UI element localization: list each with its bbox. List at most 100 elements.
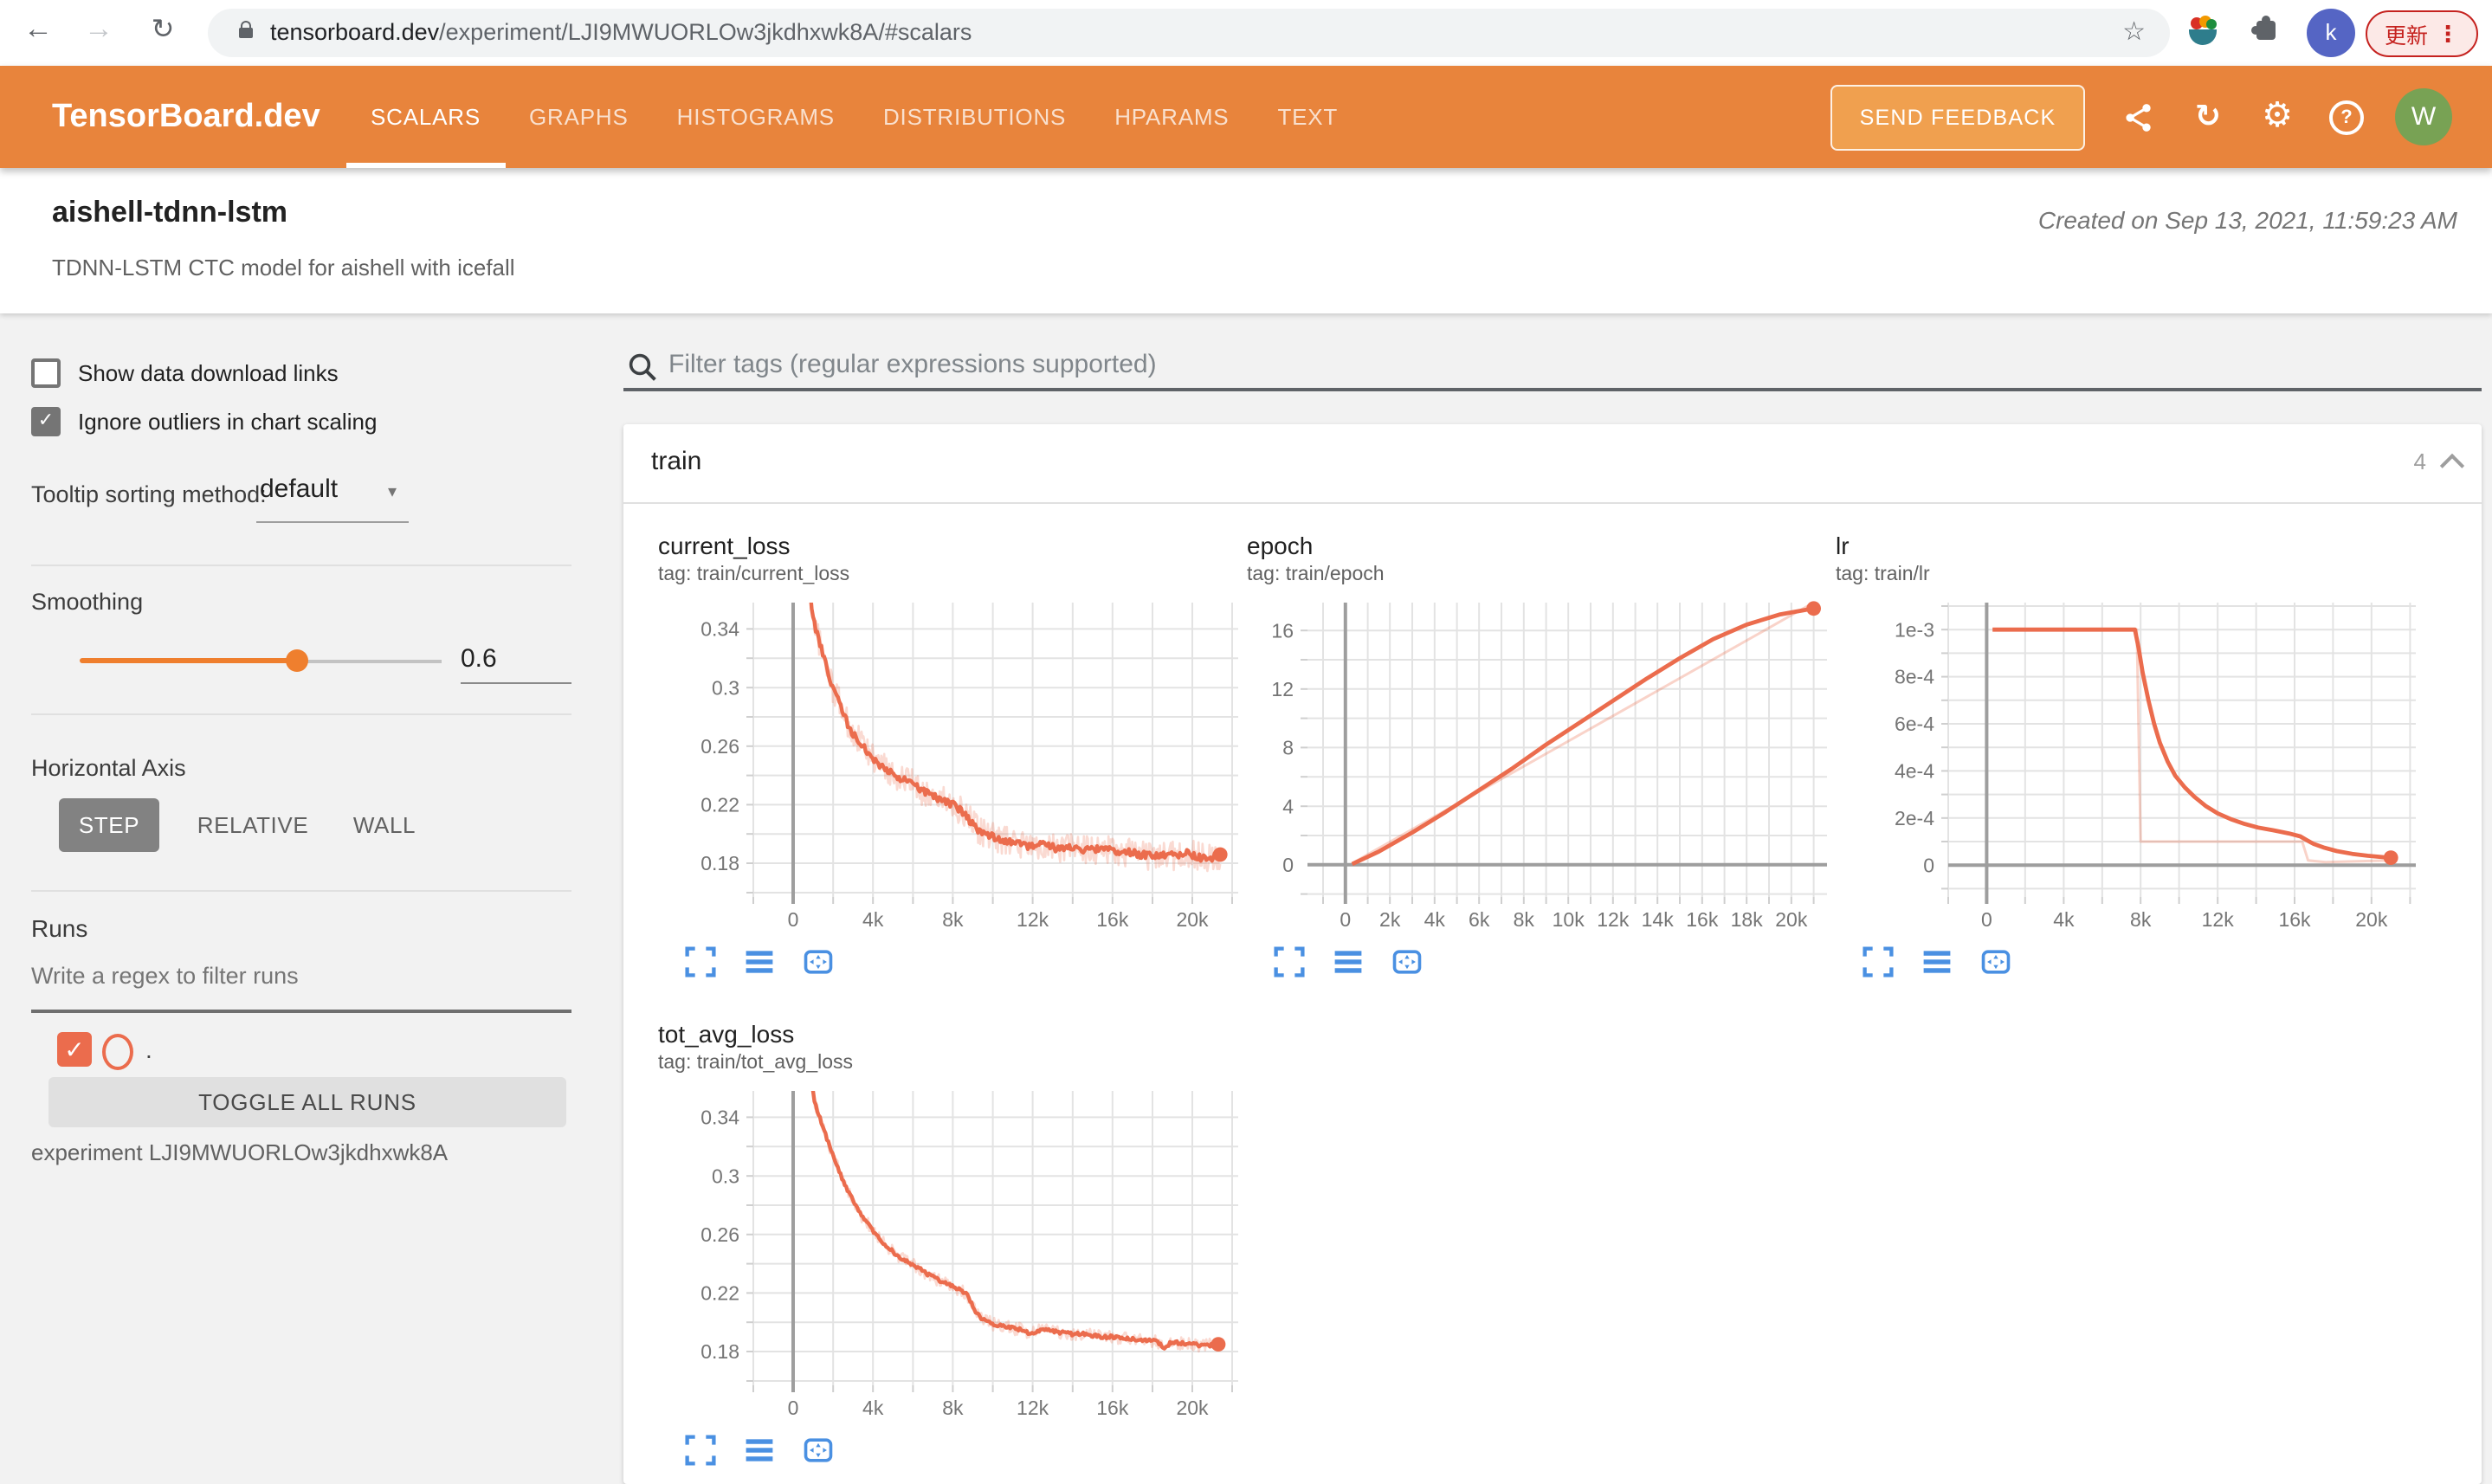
help-icon[interactable]: ?: [2329, 100, 2364, 135]
fit-domain-icon[interactable]: [1979, 945, 2012, 978]
svg-text:4k: 4k: [862, 1397, 884, 1419]
svg-text:0.3: 0.3: [712, 1165, 739, 1187]
svg-text:0: 0: [1923, 854, 1934, 876]
chart-title: tot_avg_loss: [658, 1020, 795, 1048]
runs-label: Runs: [31, 914, 88, 942]
kebab-menu-icon[interactable]: ⋮: [2437, 20, 2459, 48]
smoothing-value[interactable]: 0.6: [461, 644, 497, 674]
run-color-circle-icon[interactable]: [102, 1034, 133, 1070]
tag-group-header[interactable]: train 4: [623, 424, 2482, 504]
runs-filter-input[interactable]: Write a regex to filter runs: [31, 963, 299, 989]
address-bar[interactable]: tensorboard.dev/experiment/LJI9MWUORLOw3…: [208, 9, 2170, 57]
forward-icon[interactable]: →: [78, 12, 119, 47]
svg-text:1e-3: 1e-3: [1895, 618, 1934, 641]
chart-plot-lr[interactable]: 0 4k 8k 12k 16k 20k 0 2e-4 4e-4 6e-4 8e-4 1e-3: [1836, 596, 2419, 939]
svg-text:8k: 8k: [942, 908, 964, 931]
ignore-outliers-row[interactable]: ✓ Ignore outliers in chart scaling: [31, 405, 377, 436]
chart-tile-current-loss: current_loss tag: train/current_loss 0 4k…: [658, 530, 1242, 978]
haxis-step-button[interactable]: STEP: [59, 798, 159, 852]
smoothing-slider-track-rest[interactable]: [296, 659, 442, 662]
svg-text:20k: 20k: [1176, 1397, 1209, 1419]
expand-icon[interactable]: [1273, 945, 1306, 978]
lock-icon: [239, 21, 253, 38]
toggle-all-runs-button[interactable]: TOGGLE ALL RUNS: [48, 1077, 566, 1127]
smoothing-slider-knob[interactable]: [286, 649, 308, 672]
chart-plot-epoch[interactable]: 0 2k 4k 6k 8k 10k 12k 14k 16k 18k 20k 0 4 8 12 16: [1247, 596, 1830, 939]
tab-text[interactable]: TEXT: [1253, 66, 1362, 168]
tag-group-count: 4: [2413, 448, 2426, 474]
svg-text:16k: 16k: [2278, 908, 2311, 931]
reload-icon[interactable]: ↻: [142, 12, 184, 47]
chart-tile-epoch: epoch tag: train/epoch 0 2k 4k 6k 8k 10k 12k 14…: [1247, 530, 1830, 978]
tag-group-name: train: [651, 447, 702, 476]
svg-text:12: 12: [1271, 678, 1294, 700]
tab-histograms[interactable]: HISTOGRAMS: [653, 66, 859, 168]
update-label: 更新: [2384, 24, 2428, 48]
tab-hparams[interactable]: HPARAMS: [1090, 66, 1253, 168]
run-checkbox-checked[interactable]: ✓: [57, 1032, 92, 1067]
tooltip-sorting-select[interactable]: default: [260, 474, 338, 504]
expand-icon[interactable]: [1862, 945, 1895, 978]
settings-gear-icon[interactable]: ⚙: [2256, 66, 2298, 168]
svg-text:6e-4: 6e-4: [1895, 713, 1934, 735]
chart-plot-current-loss[interactable]: 0 4k 8k 12k 16k 20k 0.18 0.22 0.26 0.3 0.34: [658, 596, 1242, 939]
svg-text:0.34: 0.34: [700, 1106, 739, 1128]
browser-update-menu-button[interactable]: 更新 ⋮: [2366, 10, 2478, 57]
chart-plot-tot-avg-loss[interactable]: 0 4k 8k 12k 16k 20k 0.18 0.22 0.26 0.3 0.34: [658, 1084, 1242, 1427]
toggle-y-axis-icon[interactable]: [743, 1434, 776, 1467]
chart-toolbar: [658, 1434, 1242, 1467]
extensions-puzzle-icon[interactable]: [2251, 16, 2279, 43]
send-feedback-button[interactable]: SEND FEEDBACK: [1830, 85, 2085, 151]
experiment-info-bar: aishell-tdnn-lstm TDNN-LSTM CTC model fo…: [0, 168, 2492, 313]
collapse-chevron-icon[interactable]: [2439, 453, 2465, 479]
fit-domain-icon[interactable]: [802, 1434, 835, 1467]
share-icon[interactable]: [2118, 66, 2160, 168]
checkbox-checked-icon[interactable]: ✓: [31, 406, 61, 436]
tab-graphs[interactable]: GRAPHS: [505, 66, 653, 168]
svg-text:0: 0: [1981, 908, 1992, 931]
checkbox-unchecked-icon[interactable]: [31, 358, 61, 387]
refresh-icon[interactable]: ↻: [2187, 66, 2229, 168]
app-logo[interactable]: TensorBoard.dev: [52, 66, 320, 168]
browser-toolbar: ← → ↻ tensorboard.dev/experiment/LJI9MWU…: [0, 0, 2492, 68]
user-avatar[interactable]: W: [2395, 88, 2452, 145]
back-icon[interactable]: ←: [17, 12, 59, 47]
svg-text:0.22: 0.22: [700, 793, 739, 816]
bookmark-star-icon[interactable]: ☆: [2122, 9, 2146, 57]
tab-scalars[interactable]: SCALARS: [346, 66, 505, 168]
haxis-relative-button[interactable]: RELATIVE: [180, 798, 326, 852]
svg-text:2k: 2k: [1379, 908, 1401, 931]
url-text[interactable]: tensorboard.dev/experiment/LJI9MWUORLOw3…: [270, 9, 972, 57]
svg-text:4e-4: 4e-4: [1895, 759, 1934, 782]
toggle-y-axis-icon[interactable]: [743, 945, 776, 978]
app-header: TensorBoard.dev SCALARS GRAPHS HISTOGRAM…: [0, 66, 2492, 168]
chart-tag: tag: train/tot_avg_loss: [658, 1053, 854, 1074]
svg-text:12k: 12k: [2202, 908, 2235, 931]
svg-text:0.26: 0.26: [700, 735, 739, 758]
tab-distributions[interactable]: DISTRIBUTIONS: [859, 66, 1090, 168]
fit-domain-icon[interactable]: [802, 945, 835, 978]
show-download-links-row[interactable]: Show data download links: [31, 357, 339, 388]
svg-text:6k: 6k: [1469, 908, 1490, 931]
filter-tags-input[interactable]: Filter tags (regular expressions support…: [668, 350, 1157, 379]
dropdown-underline: [256, 521, 409, 523]
svg-text:2e-4: 2e-4: [1895, 807, 1934, 829]
svg-text:16k: 16k: [1686, 908, 1719, 931]
svg-text:0.18: 0.18: [700, 1340, 739, 1363]
toggle-y-axis-icon[interactable]: [1921, 945, 1953, 978]
fit-domain-icon[interactable]: [1391, 945, 1424, 978]
browser-profile-avatar[interactable]: k: [2307, 9, 2355, 57]
haxis-wall-button[interactable]: WALL: [336, 798, 433, 852]
dropdown-arrow-icon[interactable]: ▾: [388, 483, 397, 502]
svg-text:4k: 4k: [2053, 908, 2075, 931]
extension-bowl-icon[interactable]: [2185, 14, 2220, 48]
smoothing-slider-track[interactable]: [80, 658, 296, 663]
filter-tags-underline: [623, 388, 2482, 390]
tooltip-sorting-label: Tooltip sorting method:: [31, 481, 267, 507]
toggle-y-axis-icon[interactable]: [1332, 945, 1365, 978]
expand-icon[interactable]: [684, 945, 717, 978]
ignore-outliers-label: Ignore outliers in chart scaling: [78, 408, 378, 434]
svg-text:8k: 8k: [1514, 908, 1535, 931]
search-icon: [629, 353, 656, 381]
expand-icon[interactable]: [684, 1434, 717, 1467]
